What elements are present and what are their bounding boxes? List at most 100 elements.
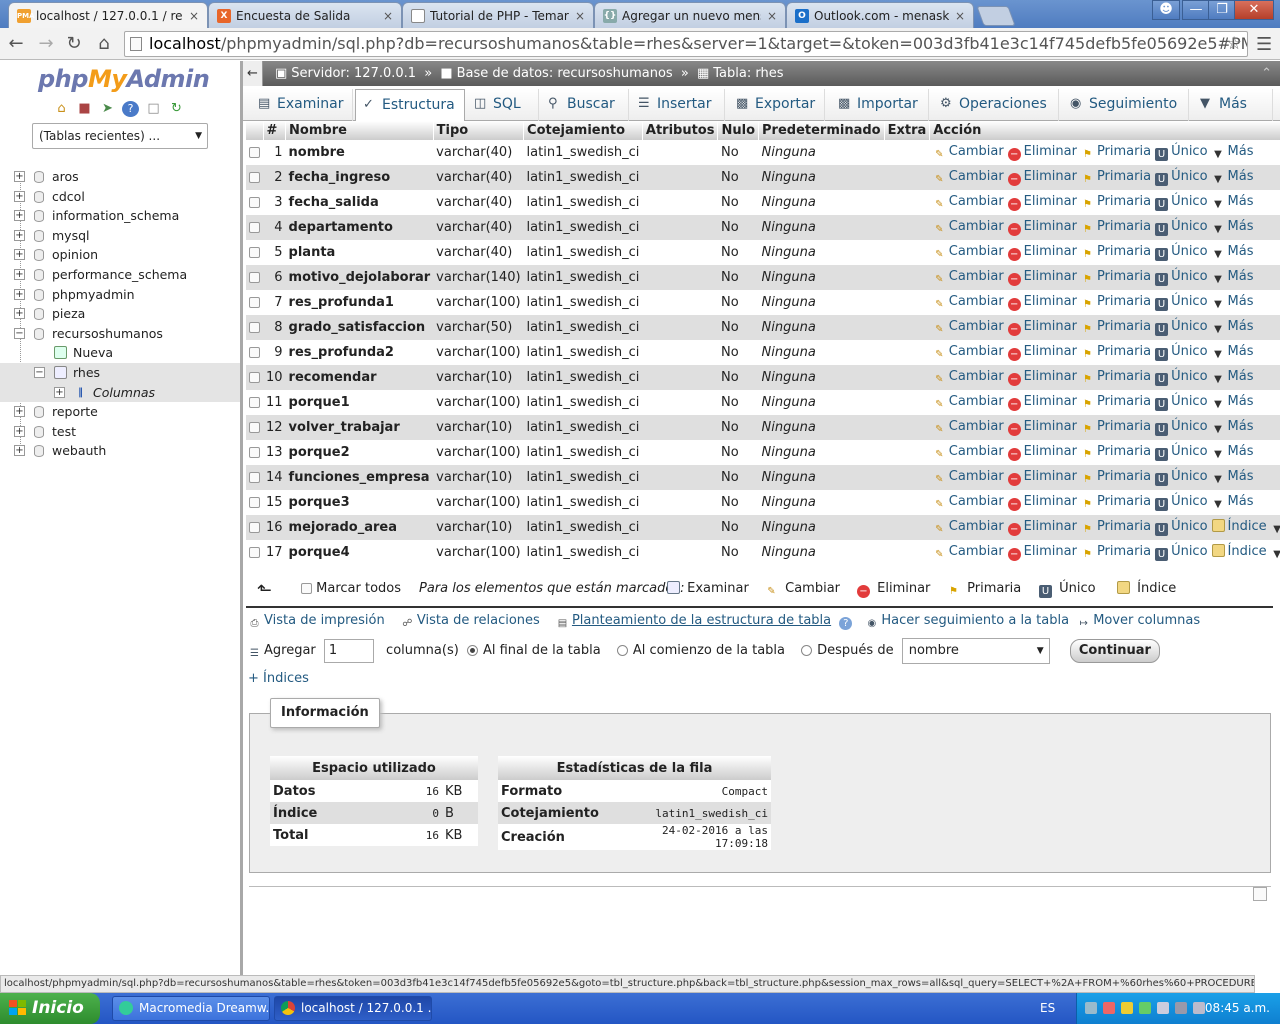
- change-label[interactable]: Cambiar: [949, 444, 1004, 459]
- primary-action[interactable]: ⚑ Primaria: [1081, 144, 1155, 160]
- row-checkbox[interactable]: [249, 472, 260, 483]
- expand-icon[interactable]: +: [14, 171, 25, 182]
- row-checkbox[interactable]: [249, 247, 260, 258]
- more-label[interactable]: Más: [1228, 344, 1254, 359]
- expand-icon[interactable]: +: [14, 445, 25, 457]
- at-end-radio[interactable]: [466, 645, 478, 656]
- change-label[interactable]: Cambiar: [949, 194, 1004, 209]
- header-extra[interactable]: Extra: [884, 121, 931, 140]
- bookmark-star-icon[interactable]: ☆: [1226, 33, 1242, 54]
- breadcrumb-server[interactable]: Servidor: 127.0.0.1: [291, 66, 416, 81]
- primary-label[interactable]: Primaria: [1097, 319, 1151, 334]
- after-column-select[interactable]: nombre ▼: [901, 637, 1050, 664]
- drop-label[interactable]: Eliminar: [1024, 319, 1077, 334]
- change-label[interactable]: Cambiar: [949, 469, 1004, 484]
- logout-icon[interactable]: ■: [76, 101, 93, 117]
- taskbar-dreamweaver[interactable]: Macromedia Dreamw...: [112, 996, 270, 1021]
- unique-label[interactable]: Único: [1171, 544, 1207, 559]
- unique-action[interactable]: U Único: [1155, 244, 1211, 261]
- unique-action[interactable]: U Único: [1155, 494, 1211, 511]
- tree-db-label[interactable]: performance_schema: [52, 265, 187, 285]
- primary-label[interactable]: Primaria: [1097, 519, 1151, 534]
- primary-label[interactable]: Primaria: [1097, 444, 1151, 459]
- primary-label[interactable]: Primaria: [1097, 169, 1151, 184]
- more-action[interactable]: ▼Más: [1212, 269, 1258, 285]
- expand-icon[interactable]: +: [14, 249, 25, 261]
- reload-icon[interactable]: ↻: [62, 32, 86, 56]
- table-row[interactable]: 10 recomendar varchar(10) latin1_swedish_ci…: [246, 365, 1280, 390]
- more-action[interactable]: ▼Más: [1271, 544, 1280, 560]
- table-row[interactable]: 12 volver_trabajar varchar(10) latin1_swedi…: [246, 415, 1280, 440]
- drop-label[interactable]: Eliminar: [1024, 219, 1077, 234]
- browser-tab-encuesta[interactable]: X Encuesta de Salida ×: [208, 2, 402, 28]
- unique-label[interactable]: Único: [1171, 494, 1207, 509]
- tree-db-test[interactable]: + test: [0, 422, 240, 442]
- primary-label[interactable]: Primaria: [1097, 244, 1151, 259]
- more-action[interactable]: ▼Más: [1212, 319, 1258, 335]
- drop-action[interactable]: − Eliminar: [1007, 144, 1081, 161]
- unique-label[interactable]: Único: [1171, 394, 1207, 409]
- more-action[interactable]: ▼Más: [1212, 219, 1258, 235]
- at-beginning-radio[interactable]: [616, 645, 628, 656]
- header-default[interactable]: Predeterminado: [758, 121, 885, 140]
- tray-icon[interactable]: [1121, 1002, 1133, 1014]
- more-label[interactable]: Más: [1228, 444, 1254, 459]
- primary-action[interactable]: ⚑ Primaria: [1081, 294, 1155, 310]
- unique-action[interactable]: U Único: [1155, 294, 1211, 311]
- more-action[interactable]: ▼Más: [1271, 519, 1280, 535]
- tree-db-label[interactable]: information_schema: [52, 206, 179, 226]
- unique-label[interactable]: Único: [1171, 419, 1207, 434]
- primary-label[interactable]: Primaria: [1097, 494, 1151, 509]
- expand-icon[interactable]: +: [14, 406, 25, 418]
- tree-db-label[interactable]: reporte: [52, 402, 98, 422]
- more-label[interactable]: Más: [1228, 319, 1254, 334]
- drop-label[interactable]: Eliminar: [1024, 419, 1077, 434]
- tree-db-label[interactable]: pieza: [52, 304, 85, 324]
- primary-action[interactable]: ⚑ Primaria: [1081, 544, 1155, 560]
- more-action[interactable]: ▼Más: [1212, 344, 1258, 360]
- unique-action[interactable]: U Único: [1155, 544, 1211, 561]
- table-row[interactable]: 17 porque4 varchar(100) latin1_swedish_ci No…: [246, 540, 1280, 565]
- more-action[interactable]: ▼Más: [1212, 244, 1258, 260]
- drop-action[interactable]: − Eliminar: [1007, 369, 1081, 386]
- primary-label[interactable]: Primaria: [1097, 269, 1151, 284]
- more-action[interactable]: ▼Más: [1212, 194, 1258, 210]
- more-label[interactable]: Más: [1228, 369, 1254, 384]
- continue-button[interactable]: Continuar: [1069, 638, 1160, 663]
- change-label[interactable]: Cambiar: [949, 419, 1004, 434]
- expand-icon[interactable]: +: [14, 210, 25, 222]
- row-checkbox[interactable]: [249, 272, 260, 283]
- breadcrumb-table[interactable]: Tabla: rhes: [713, 66, 783, 81]
- print-view-link[interactable]: Vista de impresión: [264, 613, 385, 628]
- primary-label[interactable]: Primaria: [1097, 219, 1151, 234]
- tree-table-label[interactable]: rhes: [73, 363, 100, 383]
- propose-structure-link[interactable]: Planteamiento de la estructura de tabla: [572, 613, 831, 628]
- table-row[interactable]: 16 mejorado_area varchar(10) latin1_swedish…: [246, 515, 1280, 540]
- tree-columns-label[interactable]: Columnas: [93, 383, 155, 403]
- table-row[interactable]: 11 porque1 varchar(100) latin1_swedish_ci No…: [246, 390, 1280, 415]
- more-action[interactable]: ▼Más: [1212, 494, 1258, 510]
- unique-label[interactable]: Único: [1171, 344, 1207, 359]
- more-label[interactable]: Más: [1228, 494, 1254, 509]
- change-action[interactable]: ✎ Cambiar: [933, 369, 1008, 385]
- drop-label[interactable]: Eliminar: [1024, 144, 1077, 159]
- home-icon[interactable]: ⌂: [53, 101, 70, 117]
- drop-label[interactable]: Eliminar: [1024, 169, 1077, 184]
- table-row[interactable]: 4 departamento varchar(40) latin1_swedish_c…: [246, 215, 1280, 240]
- tree-db-label[interactable]: recursoshumanos: [52, 324, 163, 344]
- row-checkbox[interactable]: [249, 297, 260, 308]
- forward-arrow-icon[interactable]: →: [34, 32, 58, 56]
- change-action[interactable]: ✎ Cambiar: [933, 244, 1008, 260]
- start-button[interactable]: Inicio: [0, 993, 100, 1024]
- more-label[interactable]: Más: [1228, 294, 1254, 309]
- unique-label[interactable]: Único: [1171, 294, 1207, 309]
- unique-action[interactable]: U Único: [1155, 369, 1211, 386]
- more-label[interactable]: Más: [1228, 144, 1254, 159]
- more-label[interactable]: Más: [1228, 394, 1254, 409]
- expand-icon[interactable]: +: [14, 190, 25, 202]
- primary-action[interactable]: ⚑ Primaria: [1081, 169, 1155, 185]
- drop-action[interactable]: − Eliminar: [1007, 194, 1081, 211]
- bulk-primary[interactable]: ⚑ Primaria: [947, 577, 1021, 601]
- collapse-icon[interactable]: −: [34, 366, 45, 378]
- tray-icon[interactable]: [1139, 1002, 1151, 1014]
